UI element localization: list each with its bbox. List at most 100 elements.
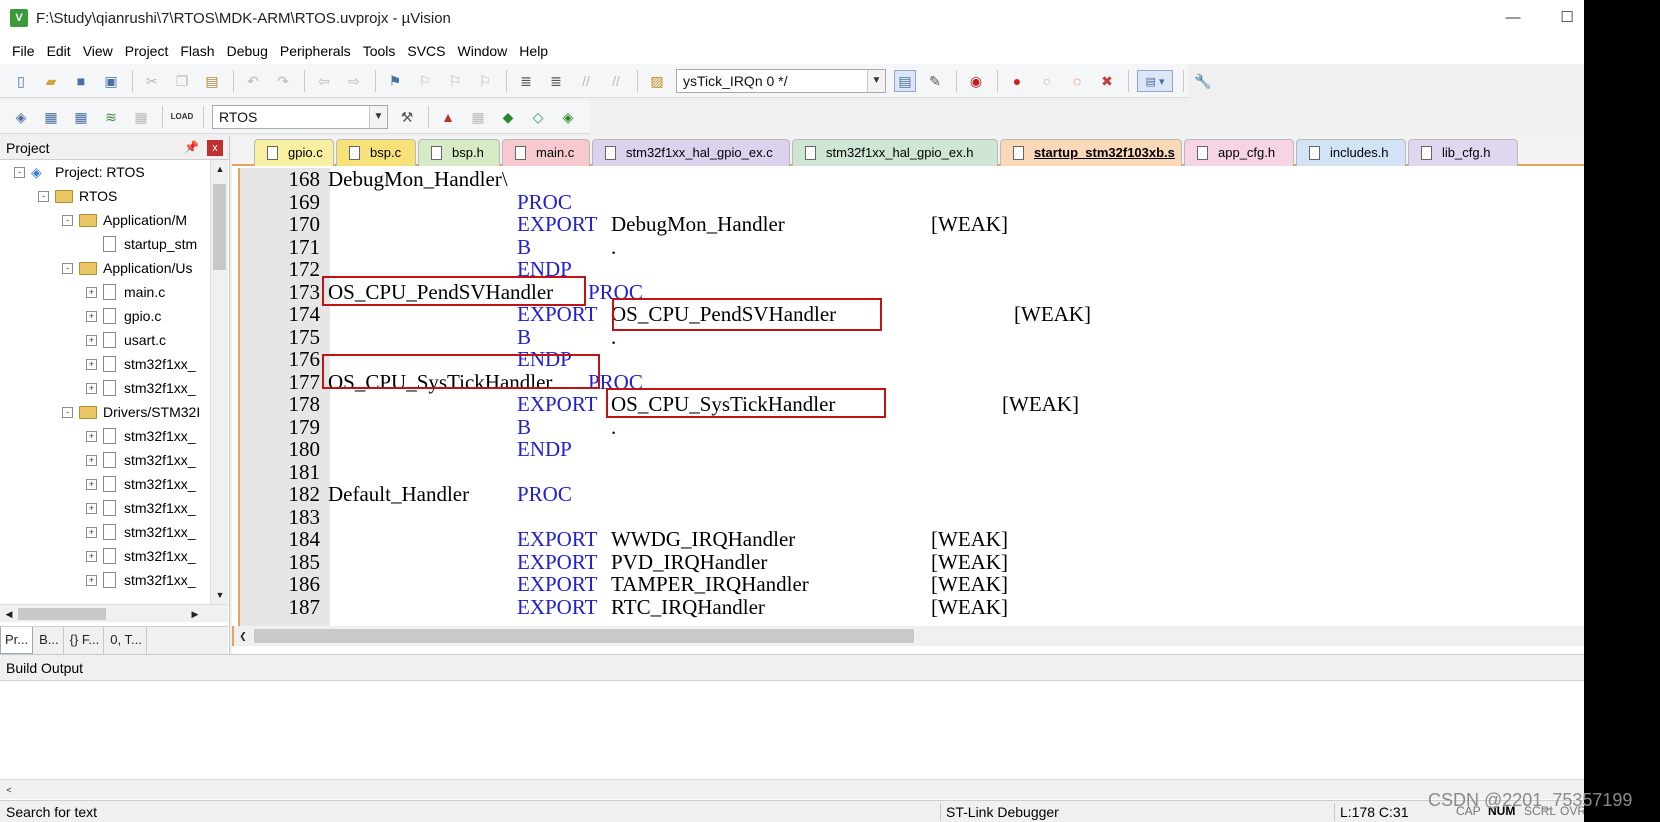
scroll-down-icon[interactable]: ▼	[211, 586, 229, 604]
manage-multi-project-icon[interactable]: ▦	[467, 106, 489, 128]
maximize-button[interactable]: ☐	[1554, 6, 1580, 30]
paste-icon[interactable]: ▤	[201, 70, 223, 92]
tree-item[interactable]: - Application/M	[62, 208, 187, 232]
scroll-right-icon[interactable]: ▶	[186, 605, 204, 623]
editor-tab-lib-cfg-h[interactable]: lib_cfg.h	[1408, 139, 1518, 166]
scroll-up-icon[interactable]: ▲	[211, 160, 229, 178]
select-packs-icon[interactable]: ◇	[527, 106, 549, 128]
editor-tab-gpio-c[interactable]: gpio.c	[254, 139, 334, 166]
minimize-button[interactable]: —	[1500, 6, 1526, 30]
redo-icon[interactable]: ↷	[272, 70, 294, 92]
expand-icon[interactable]: +	[86, 526, 97, 538]
cut-icon[interactable]: ✂	[141, 70, 163, 92]
download-icon[interactable]: LOAD	[171, 106, 194, 128]
editor-tab-startup-stm32f103xb-s[interactable]: startup_stm32f103xb.s	[1000, 139, 1182, 166]
tree-item[interactable]: - Drivers/STM32I	[62, 400, 200, 424]
expand-icon[interactable]: +	[86, 430, 97, 442]
tab-functions[interactable]: {} F...	[66, 627, 105, 654]
disable-breakpoints-icon[interactable]: ◌	[1066, 70, 1088, 92]
code-editor[interactable]: 168 DebugMon_Handler\ 169 PROC 170 EXPORT Debu…	[238, 168, 1578, 626]
file-extensions-icon[interactable]: ▲	[437, 106, 459, 128]
pin-icon[interactable]: 📌	[184, 140, 199, 154]
menu-item-edit[interactable]: Edit	[41, 38, 77, 64]
menu-item-svcs[interactable]: SVCS	[401, 38, 451, 64]
enable-breakpoint-icon[interactable]: ○	[1036, 70, 1058, 92]
scroll-left-icon[interactable]: ◀	[0, 605, 18, 623]
tree-item[interactable]: + gpio.c	[86, 304, 161, 328]
menu-item-flash[interactable]: Flash	[174, 38, 220, 64]
incremental-find-icon[interactable]: ▤	[894, 70, 916, 92]
target-select[interactable]: RTOS ▼	[212, 105, 388, 129]
menu-item-project[interactable]: Project	[119, 38, 175, 64]
uncomment-icon[interactable]: //	[605, 70, 627, 92]
tree-item[interactable]: + stm32f1xx_	[86, 472, 196, 496]
editor-tab-bsp-c[interactable]: bsp.c	[336, 139, 416, 166]
collapse-icon[interactable]: -	[62, 214, 73, 226]
expand-icon[interactable]: +	[86, 358, 97, 370]
expand-icon[interactable]: +	[86, 310, 97, 322]
expand-icon[interactable]: +	[86, 550, 97, 562]
navigate-forward-icon[interactable]: ⇨	[343, 70, 365, 92]
find-in-files-icon[interactable]: ▨	[646, 70, 668, 92]
tree-hscroll-thumb[interactable]	[18, 608, 106, 620]
target-options-icon[interactable]: ⚒	[396, 106, 418, 128]
editor-tab-includes-h[interactable]: includes.h	[1296, 139, 1406, 166]
batch-build-icon[interactable]: ≋	[100, 106, 122, 128]
prev-bookmark-icon[interactable]: ⚐	[414, 70, 436, 92]
tree-item[interactable]: + usart.c	[86, 328, 166, 352]
tree-item[interactable]: - ◈ Project: RTOS	[14, 160, 145, 184]
manage-run-time-icon[interactable]: ◆	[497, 106, 519, 128]
editor-tab-stm32f1xx-hal-gpio-ex-c[interactable]: stm32f1xx_hal_gpio_ex.c	[592, 139, 790, 166]
tree-item[interactable]: + stm32f1xx_	[86, 352, 196, 376]
expand-icon[interactable]: +	[86, 574, 97, 586]
editor-tab-stm32f1xx-hal-gpio-ex-h[interactable]: stm32f1xx_hal_gpio_ex.h	[792, 139, 998, 166]
close-icon[interactable]: x	[207, 140, 223, 156]
build-icon[interactable]: ▦	[40, 106, 62, 128]
save-icon[interactable]: ■	[70, 70, 92, 92]
tab-books[interactable]: B...	[35, 627, 64, 654]
scroll-left-icon[interactable]: <	[0, 781, 18, 799]
collapse-icon[interactable]: -	[62, 406, 73, 418]
tree-vscroll-thumb[interactable]	[213, 184, 226, 270]
menu-item-window[interactable]: Window	[452, 38, 514, 64]
debug-session-icon[interactable]: ◉	[965, 70, 987, 92]
expand-icon[interactable]: +	[86, 286, 97, 298]
translate-icon[interactable]: ◈	[10, 106, 32, 128]
tab-templates[interactable]: 0, T...	[106, 627, 147, 654]
editor-hscroll-thumb[interactable]	[254, 629, 914, 643]
copy-icon[interactable]: ❐	[171, 70, 193, 92]
menu-item-help[interactable]: Help	[513, 38, 554, 64]
configure-icon[interactable]: 🔧	[1192, 70, 1214, 92]
menu-item-peripherals[interactable]: Peripherals	[274, 38, 357, 64]
unindent-icon[interactable]: ≣	[545, 70, 567, 92]
open-file-icon[interactable]: ▰	[40, 70, 62, 92]
collapse-icon[interactable]: -	[38, 190, 49, 202]
tree-item[interactable]: + main.c	[86, 280, 165, 304]
expand-icon[interactable]: +	[86, 502, 97, 514]
chevron-down-icon[interactable]: ▼	[369, 106, 387, 128]
insert-breakpoint-icon[interactable]: ●	[1006, 70, 1028, 92]
chevron-down-icon[interactable]: ▼	[867, 70, 885, 92]
collapse-icon[interactable]: -	[62, 262, 73, 274]
menu-item-debug[interactable]: Debug	[221, 38, 274, 64]
tree-item[interactable]: - Application/Us	[62, 256, 193, 280]
comment-icon[interactable]: //	[575, 70, 597, 92]
expand-icon[interactable]: +	[86, 454, 97, 466]
tree-item[interactable]: + stm32f1xx_	[86, 568, 196, 592]
tree-item[interactable]: + stm32f1xx_	[86, 496, 196, 520]
tree-item[interactable]: + stm32f1xx_	[86, 424, 196, 448]
menu-item-view[interactable]: View	[77, 38, 119, 64]
window-layout-icon[interactable]: ▤ ▾	[1137, 70, 1173, 92]
tree-vertical-scrollbar[interactable]: ▲ ▼	[210, 160, 228, 604]
tree-item[interactable]: + stm32f1xx_	[86, 544, 196, 568]
new-file-icon[interactable]: ▯	[10, 70, 32, 92]
rebuild-icon[interactable]: ▦	[70, 106, 92, 128]
build-output-scrollbar[interactable]: <	[0, 779, 1584, 799]
navigate-back-icon[interactable]: ⇦	[313, 70, 335, 92]
bookmark-icon[interactable]: ⚑	[384, 70, 406, 92]
expand-icon[interactable]: +	[86, 334, 97, 346]
editor-tab-app-cfg-h[interactable]: app_cfg.h	[1184, 139, 1294, 166]
find-replace-icon[interactable]: ✎	[924, 70, 946, 92]
kill-breakpoints-icon[interactable]: ✖	[1096, 70, 1118, 92]
tree-horizontal-scrollbar[interactable]: ◀ ▶	[0, 604, 228, 622]
